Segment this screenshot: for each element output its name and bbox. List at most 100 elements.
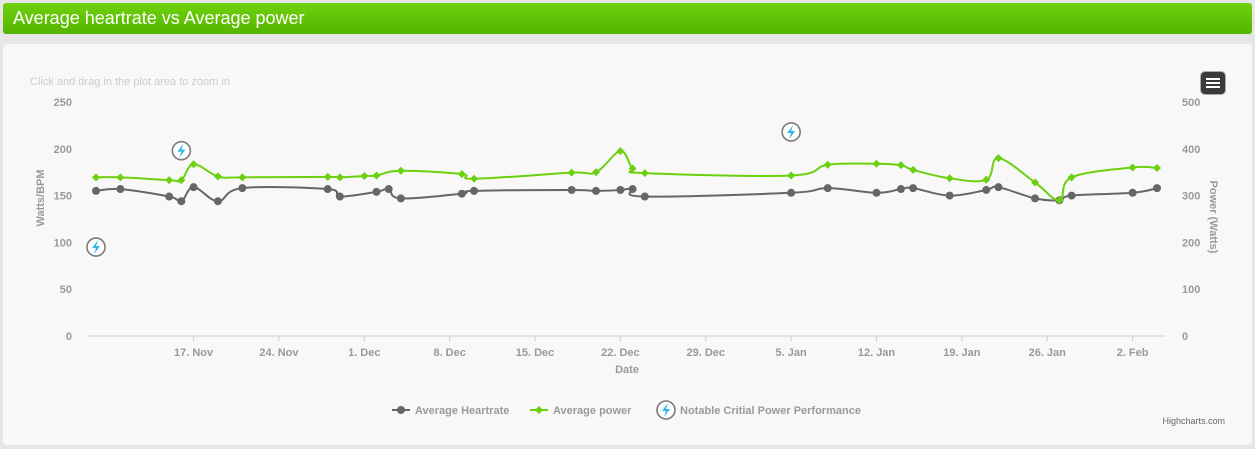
critical-power-marker[interactable]: [86, 237, 106, 257]
y-tick-label-left: 250: [54, 97, 72, 109]
left-y-axis-title: Watts/BPM: [35, 169, 47, 226]
heartrate-point[interactable]: [592, 186, 601, 195]
zoom-hint: Click and drag in the plot area to zoom …: [30, 76, 230, 88]
left-y-axis: 0 50 100 150 200 250: [54, 97, 72, 343]
y-tick-label-left: 50: [60, 284, 72, 296]
heartrate-point[interactable]: [238, 184, 247, 193]
heartrate-point[interactable]: [396, 194, 405, 203]
y-tick-label-right: 500: [1182, 97, 1200, 109]
power-point[interactable]: [823, 160, 832, 169]
heartrate-point[interactable]: [1153, 184, 1161, 193]
heartrate-point[interactable]: [1067, 191, 1076, 200]
power-point[interactable]: [323, 172, 332, 181]
y-tick-label-left: 150: [54, 191, 72, 203]
heartrate-point[interactable]: [823, 184, 832, 193]
power-point[interactable]: [213, 172, 222, 181]
power-point[interactable]: [787, 171, 796, 180]
menu-icon: [1206, 78, 1220, 80]
legend-item[interactable]: Average Heartrate: [392, 405, 509, 417]
x-tick-label: 29. Dec: [687, 347, 726, 359]
heartrate-point[interactable]: [189, 183, 198, 192]
x-tick-label: 26. Jan: [1029, 347, 1067, 359]
power-point[interactable]: [470, 174, 479, 183]
heartrate-point[interactable]: [372, 187, 381, 196]
y-tick-label-left: 0: [66, 331, 72, 343]
heartrate-point[interactable]: [909, 184, 918, 193]
x-tick-label: 1. Dec: [348, 347, 380, 359]
legend-item[interactable]: Average power: [530, 405, 632, 417]
power-point[interactable]: [360, 171, 369, 180]
heartrate-point[interactable]: [470, 186, 479, 195]
x-axis: 17. Nov 24. Nov 1. Dec 8. Dec 15. Dec 22. Dec…: [174, 336, 1149, 359]
y-tick-label-right: 100: [1182, 284, 1200, 296]
power-point[interactable]: [567, 168, 576, 177]
heartrate-point[interactable]: [945, 191, 954, 200]
y-tick-label-right: 0: [1182, 331, 1188, 343]
power-point[interactable]: [616, 147, 625, 156]
legend-symbol-marker: [535, 406, 543, 414]
heartrate-point[interactable]: [628, 185, 637, 194]
x-tick-label: 24. Nov: [259, 347, 299, 359]
x-tick-label: 2. Feb: [1117, 347, 1149, 359]
heartrate-point[interactable]: [872, 188, 881, 197]
heartrate-point[interactable]: [213, 197, 222, 206]
heartrate-point[interactable]: [616, 185, 625, 194]
critical-power-marker[interactable]: [171, 140, 192, 161]
power-point[interactable]: [92, 173, 100, 182]
y-tick-label-left: 100: [54, 237, 72, 249]
x-tick-label: 8. Dec: [433, 347, 465, 359]
power-point[interactable]: [372, 171, 381, 180]
power-point[interactable]: [994, 154, 1003, 163]
heartrate-point[interactable]: [323, 185, 332, 194]
legend-label: Average Heartrate: [415, 405, 509, 417]
right-y-axis: 0 100 200 300 400 500: [1182, 97, 1200, 343]
power-point[interactable]: [909, 165, 918, 174]
chart-canvas[interactable]: Click and drag in the plot area to zoom …: [0, 0, 1255, 449]
legend-label: Average power: [553, 405, 632, 417]
critical-power-marker[interactable]: [781, 122, 801, 142]
power-point[interactable]: [165, 176, 174, 185]
right-y-axis-title: Power (Watts): [1207, 181, 1219, 254]
heartrate-point[interactable]: [384, 185, 393, 194]
power-point[interactable]: [896, 161, 905, 170]
x-axis-title: Date: [615, 364, 639, 376]
heartrate-point[interactable]: [177, 197, 186, 206]
heartrate-point[interactable]: [640, 192, 649, 201]
power-point[interactable]: [396, 166, 405, 175]
legend[interactable]: Average Heartrate Average power Notable Cr…: [392, 400, 861, 420]
power-point[interactable]: [872, 159, 881, 168]
x-tick-label: 19. Jan: [943, 347, 981, 359]
power-point[interactable]: [1153, 163, 1161, 172]
credits-link[interactable]: Highcharts.com: [1162, 416, 1225, 426]
x-tick-label: 5. Jan: [776, 347, 807, 359]
power-point[interactable]: [238, 173, 247, 182]
heartrate-point[interactable]: [994, 183, 1003, 192]
power-point[interactable]: [116, 173, 125, 182]
heartrate-point[interactable]: [335, 192, 344, 201]
heartrate-point[interactable]: [165, 192, 174, 201]
heartrate-point[interactable]: [1128, 188, 1137, 197]
power-point[interactable]: [640, 169, 649, 178]
heartrate-point[interactable]: [1031, 194, 1040, 203]
y-tick-label-right: 400: [1182, 144, 1200, 156]
power-point[interactable]: [335, 173, 344, 182]
power-point[interactable]: [189, 160, 198, 169]
heartrate-point[interactable]: [896, 185, 905, 194]
power-point[interactable]: [1128, 163, 1137, 172]
heartrate-point[interactable]: [787, 188, 796, 197]
legend-item[interactable]: Notable Critial Power Performance: [656, 400, 861, 420]
heartrate-point[interactable]: [982, 185, 991, 194]
export-menu-button[interactable]: [1201, 72, 1225, 94]
legend-lightning-icon[interactable]: [656, 400, 676, 420]
x-tick-label: 15. Dec: [516, 347, 555, 359]
y-tick-label-right: 200: [1182, 237, 1200, 249]
heartrate-point[interactable]: [116, 185, 125, 194]
plot-area[interactable]: [86, 122, 1161, 257]
y-tick-label-left: 200: [54, 144, 72, 156]
legend-symbol-marker: [397, 406, 405, 414]
heartrate-point[interactable]: [567, 185, 576, 194]
heartrate-point[interactable]: [92, 186, 100, 195]
power-point[interactable]: [945, 174, 954, 183]
heartrate-point[interactable]: [457, 189, 466, 198]
x-tick-label: 22. Dec: [601, 347, 640, 359]
